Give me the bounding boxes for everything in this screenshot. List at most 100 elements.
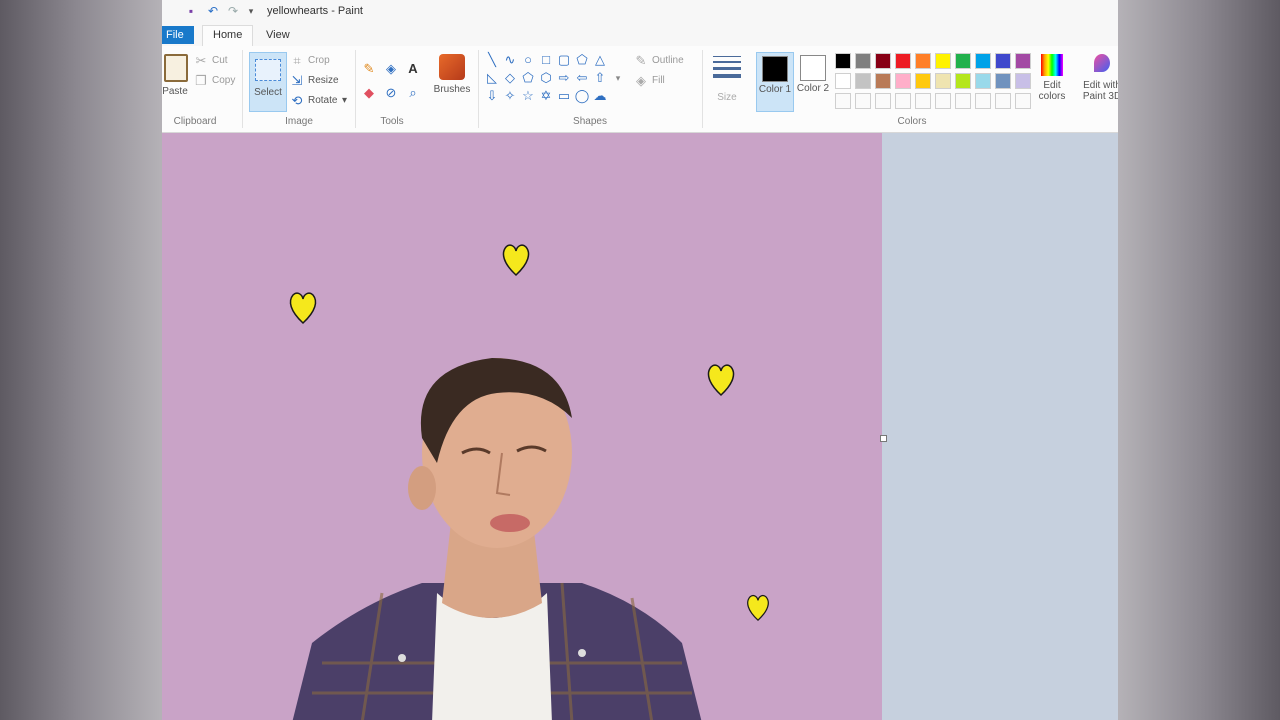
canvas-resize-handle[interactable] [880,435,887,442]
size-icon [713,56,741,78]
six-point-star-shape-icon[interactable]: ✡ [538,88,554,104]
palette-color-swatch[interactable] [895,73,911,89]
edit-paint3d-label: Edit with Paint 3D [1082,80,1118,102]
custom-color-slot[interactable] [855,93,871,109]
copy-icon: ❐ [195,73,207,88]
undo-icon[interactable]: ↶ [206,4,220,18]
palette-color-swatch[interactable] [875,73,891,89]
edit-with-paint3d-button[interactable]: Edit with Paint 3D [1080,52,1118,102]
custom-color-slot[interactable] [975,93,991,109]
size-button[interactable]: Size [708,52,746,103]
custom-color-slot[interactable] [995,93,1011,109]
palette-color-swatch[interactable] [995,73,1011,89]
right-triangle-shape-icon[interactable]: ◺ [484,70,500,86]
pentagon-shape-icon[interactable]: ⬠ [520,70,536,86]
fill-button[interactable]: Fill [652,75,665,86]
color1-button[interactable]: Color 1 [756,52,794,112]
palette-color-swatch[interactable] [835,53,851,69]
custom-color-slot[interactable] [915,93,931,109]
palette-color-swatch[interactable] [975,53,991,69]
callout-shape-icon[interactable]: ▭ [556,88,572,104]
palette-color-swatch[interactable] [935,73,951,89]
redo-icon[interactable]: ↷ [226,4,240,18]
palette-color-swatch[interactable] [995,53,1011,69]
four-point-star-shape-icon[interactable]: ✧ [502,88,518,104]
diamond-shape-icon[interactable]: ◇ [502,70,518,86]
oval-callout-shape-icon[interactable]: ◯ [574,88,590,104]
palette-color-swatch[interactable] [855,53,871,69]
paste-button[interactable]: Paste [162,52,188,97]
palette-color-swatch[interactable] [915,73,931,89]
text-icon[interactable]: A [406,62,420,76]
curve-shape-icon[interactable]: ∿ [502,52,518,68]
brushes-label: Brushes [433,84,471,95]
brushes-button[interactable]: Brushes [432,52,472,95]
five-point-star-shape-icon[interactable]: ☆ [520,88,536,104]
copy-button[interactable]: Copy [212,75,235,86]
cloud-callout-shape-icon[interactable]: ☁ [592,88,608,104]
divider [478,50,479,128]
customize-toolbar-icon[interactable]: ▾ [244,4,258,18]
divider [242,50,243,128]
pencil-icon[interactable]: ✎ [362,62,376,76]
crop-button[interactable]: Crop [308,55,330,66]
resize-button[interactable]: Resize [308,75,339,86]
color-picker-icon[interactable]: ⊘ [384,86,398,100]
outline-button[interactable]: Outline [652,55,684,66]
oval-shape-icon[interactable]: ○ [520,52,536,68]
color2-button[interactable]: Color 2 [795,52,831,110]
size-label: Size [717,92,737,103]
palette-color-swatch[interactable] [955,53,971,69]
save-icon[interactable]: ▪ [184,4,198,18]
tab-home[interactable]: Home [202,25,254,46]
select-button[interactable]: Select [249,52,287,112]
color-wheel-icon [1041,54,1063,76]
palette-color-swatch[interactable] [935,53,951,69]
magnifier-icon[interactable]: ⌕ [406,86,420,100]
shapes-gallery: ╲ ∿ ○ □ ▢ ⬠ △ ◺ ◇ ⬠ ⬡ ⇨ ⇦ ⇧ ⇩ ✧ ☆ ✡ ▭ ◯ … [484,52,626,108]
fill-bucket-icon[interactable]: ◈ [384,62,398,76]
rotate-button[interactable]: Rotate [308,95,337,106]
yellow-heart-drawing [747,595,769,622]
palette-color-swatch[interactable] [975,73,991,89]
ribbon: Paste ✂ Cut ❐ Copy Clipboard Select ⌗ Cr… [162,46,1118,133]
edit-colors-button[interactable]: Edit colors [1032,52,1072,102]
yellow-heart-drawing [502,244,530,277]
drawing-canvas[interactable] [162,133,882,720]
down-arrow-shape-icon[interactable]: ⇩ [484,88,500,104]
custom-color-slot[interactable] [1015,93,1031,109]
outline-icon: ✎ [635,53,647,68]
custom-color-slot[interactable] [895,93,911,109]
polygon-shape-icon[interactable]: ⬠ [574,52,590,68]
rounded-rectangle-shape-icon[interactable]: ▢ [556,52,572,68]
palette-color-swatch[interactable] [895,53,911,69]
custom-color-slot[interactable] [875,93,891,109]
palette-color-swatch[interactable] [915,53,931,69]
palette-color-swatch[interactable] [835,73,851,89]
custom-color-slot[interactable] [835,93,851,109]
hexagon-shape-icon[interactable]: ⬡ [538,70,554,86]
left-arrow-shape-icon[interactable]: ⇦ [574,70,590,86]
cut-button[interactable]: Cut [212,55,228,66]
canvas-area[interactable] [162,133,1118,720]
shapes-scroll-icon[interactable]: ▾ [610,70,626,86]
window-title: yellowhearts - Paint [267,5,363,17]
tab-view[interactable]: View [256,26,300,44]
palette-color-swatch[interactable] [855,73,871,89]
triangle-shape-icon[interactable]: △ [592,52,608,68]
line-shape-icon[interactable]: ╲ [484,52,500,68]
color2-label: Color 2 [796,83,830,94]
eraser-icon[interactable]: ◆ [362,86,376,100]
up-arrow-shape-icon[interactable]: ⇧ [592,70,608,86]
rectangle-shape-icon[interactable]: □ [538,52,554,68]
palette-color-swatch[interactable] [1015,53,1031,69]
right-arrow-shape-icon[interactable]: ⇨ [556,70,572,86]
tab-file[interactable]: File [162,26,194,44]
custom-color-slot[interactable] [935,93,951,109]
palette-color-swatch[interactable] [955,73,971,89]
palette-color-swatch[interactable] [1015,73,1031,89]
rotate-dropdown-icon[interactable]: ▾ [342,95,347,106]
palette-color-swatch[interactable] [875,53,891,69]
resize-icon: ⇲ [291,73,303,88]
custom-color-slot[interactable] [955,93,971,109]
